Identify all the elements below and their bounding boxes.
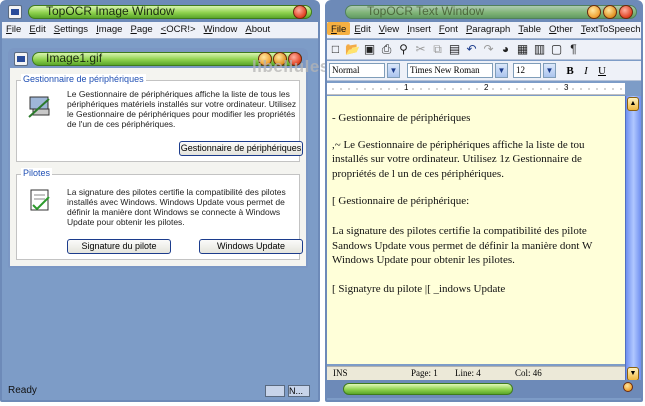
chevron-down-icon[interactable]: ▼ — [387, 63, 400, 78]
text-app-titlebar[interactable]: TopOCR Text Window — [327, 2, 641, 22]
driver-signing-icon — [30, 189, 50, 211]
print-preview-icon[interactable]: ⚲ — [396, 42, 411, 57]
insert-mode: INS — [333, 368, 348, 378]
ruler[interactable]: 1 2 3 — [327, 83, 625, 95]
document-line: Sandows Update vous permet de définir la… — [332, 240, 593, 252]
document-line: La signature des pilotes certifie la com… — [332, 225, 587, 237]
line-indicator: Line: 4 — [455, 368, 481, 378]
format-icon[interactable]: ▦ — [515, 42, 530, 57]
undo-icon[interactable]: ↶ — [464, 42, 479, 57]
cut-icon[interactable]: ✂ — [413, 42, 428, 57]
text-app-menubar: File Edit View Insert Font Paragraph Table Othe… — [327, 22, 641, 39]
windows-update-button[interactable]: Windows Update — [199, 239, 303, 254]
menu-image[interactable]: Image — [92, 22, 126, 35]
close-icon[interactable] — [293, 5, 307, 19]
underline-icon[interactable]: U — [595, 64, 609, 78]
chevron-down-icon[interactable]: ▼ — [495, 63, 508, 78]
group-description: Le Gestionnaire de périphériques affiche… — [67, 89, 297, 129]
resize-grip-icon[interactable] — [623, 382, 633, 392]
menu-other[interactable]: Other — [545, 22, 577, 35]
image-child-window: Image1.gif Gestionnaire de périphériques… — [8, 48, 308, 268]
menu-about[interactable]: About — [241, 22, 274, 35]
document-line: [ Signatyre du pilote |[ _indows Update — [332, 283, 506, 295]
child-window-title: Image1.gif — [46, 51, 103, 65]
ruler-mark: 1 — [403, 83, 410, 92]
app-icon — [8, 5, 22, 19]
group-label: Pilotes — [21, 168, 53, 178]
group-label: Gestionnaire de périphériques — [21, 74, 146, 84]
document-line: [ Gestionnaire de périphérique: — [332, 195, 470, 207]
status-box-right: N... — [288, 385, 310, 397]
chevron-down-icon[interactable]: ▼ — [543, 63, 556, 78]
image-app-statusbar: Ready N... — [2, 382, 318, 400]
document-line: - Gestionnaire de périphériques — [332, 112, 471, 124]
close-icon[interactable] — [619, 5, 633, 19]
status-box — [265, 385, 285, 397]
document-line: installés sur votre ordinateur. Utilisez… — [332, 153, 582, 165]
menu-file[interactable]: File — [327, 22, 351, 35]
document-editor[interactable]: - Gestionnaire de périphériques ,~ Le Ge… — [327, 96, 625, 364]
redo-icon[interactable]: ↷ — [481, 42, 496, 57]
maximize-icon[interactable] — [603, 5, 617, 19]
image-icon[interactable]: ▢ — [549, 42, 564, 57]
window-title: TopOCR Text Window — [367, 4, 485, 18]
device-manager-button[interactable]: Gestionnaire de périphériques — [179, 141, 303, 156]
image-app-titlebar[interactable]: TopOCR Image Window — [2, 2, 318, 22]
ruler-mark: 2 — [483, 83, 490, 92]
document-line: Windows Update pour obtenir les pilotes. — [332, 254, 515, 266]
standard-toolbar: □ 📂 ▣ ⎙ ⚲ ✂ ⧉ ▤ ↶ ↷ ◕ ▦ ▥ ▢ ¶ — [327, 40, 641, 60]
menu-ocr[interactable]: <OCR!> — [157, 22, 200, 35]
page-indicator: Page: 1 — [411, 368, 438, 378]
document-line: ,~ Le Gestionnaire de périphériques affi… — [332, 139, 585, 151]
menu-view[interactable]: View — [375, 22, 403, 35]
copy-icon[interactable]: ⧉ — [430, 42, 445, 57]
ruler-mark: 3 — [563, 83, 570, 92]
drivers-group: Pilotes La signature des pilotes certifi… — [16, 168, 303, 260]
column-indicator: Col: 46 — [515, 368, 542, 378]
menu-page[interactable]: Page — [126, 22, 156, 35]
scroll-up-icon[interactable]: ▲ — [627, 97, 639, 111]
vertical-scrollbar[interactable]: ▲ ▼ — [625, 96, 641, 382]
status-text: Ready — [8, 385, 37, 396]
scroll-thumb[interactable] — [343, 383, 513, 395]
font-select[interactable]: Times New Roman — [407, 63, 493, 78]
table-icon[interactable]: ▥ — [532, 42, 547, 57]
paste-icon[interactable]: ▤ — [447, 42, 462, 57]
menu-window[interactable]: Window — [200, 22, 242, 35]
bold-icon[interactable]: B — [563, 64, 577, 78]
print-icon[interactable]: ⎙ — [379, 42, 394, 57]
style-select[interactable]: Normal — [329, 63, 385, 78]
document-line: propriétés de l un de ces périphériques. — [332, 168, 504, 180]
image-file-icon — [14, 52, 28, 66]
group-description: La signature des pilotes certifie la com… — [67, 187, 286, 227]
editor-statusbar: INS Page: 1 Line: 4 Col: 46 — [327, 366, 625, 380]
format-toolbar: Normal ▼ Times New Roman ▼ 12 ▼ B I U — [327, 61, 641, 81]
minimize-icon[interactable] — [587, 5, 601, 19]
menu-settings[interactable]: Settings — [50, 22, 92, 35]
open-folder-icon[interactable]: 📂 — [345, 42, 360, 57]
menu-edit[interactable]: Edit — [350, 22, 374, 35]
text-app-window: TopOCR Text Window File Edit View Insert Fon… — [325, 0, 643, 402]
device-manager-icon — [28, 96, 50, 118]
menu-paragraph[interactable]: Paragraph — [462, 22, 514, 35]
new-document-icon[interactable]: □ — [328, 42, 343, 57]
find-icon[interactable]: ◕ — [498, 42, 513, 57]
paragraph-mark-icon[interactable]: ¶ — [566, 42, 581, 57]
window-title: TopOCR Image Window — [46, 4, 175, 18]
menu-insert[interactable]: Insert — [403, 22, 435, 35]
font-size-select[interactable]: 12 — [513, 63, 541, 78]
menu-edit[interactable]: Edit — [25, 22, 49, 35]
driver-signing-button[interactable]: Signature du pilote — [67, 239, 171, 254]
image-app-menubar: File Edit Settings Image Page <OCR!> Window Abo… — [2, 22, 318, 39]
menu-file[interactable]: File — [2, 22, 25, 35]
scroll-down-icon[interactable]: ▼ — [627, 367, 639, 381]
device-manager-group: Gestionnaire de périphériques Le Gestion… — [16, 74, 303, 162]
menu-table[interactable]: Table — [514, 22, 545, 35]
italic-icon[interactable]: I — [579, 64, 593, 78]
menu-font[interactable]: Font — [435, 22, 462, 35]
save-icon[interactable]: ▣ — [362, 42, 377, 57]
horizontal-scrollbar[interactable] — [327, 380, 641, 398]
menu-texttospeech[interactable]: TextToSpeech — [577, 22, 641, 35]
